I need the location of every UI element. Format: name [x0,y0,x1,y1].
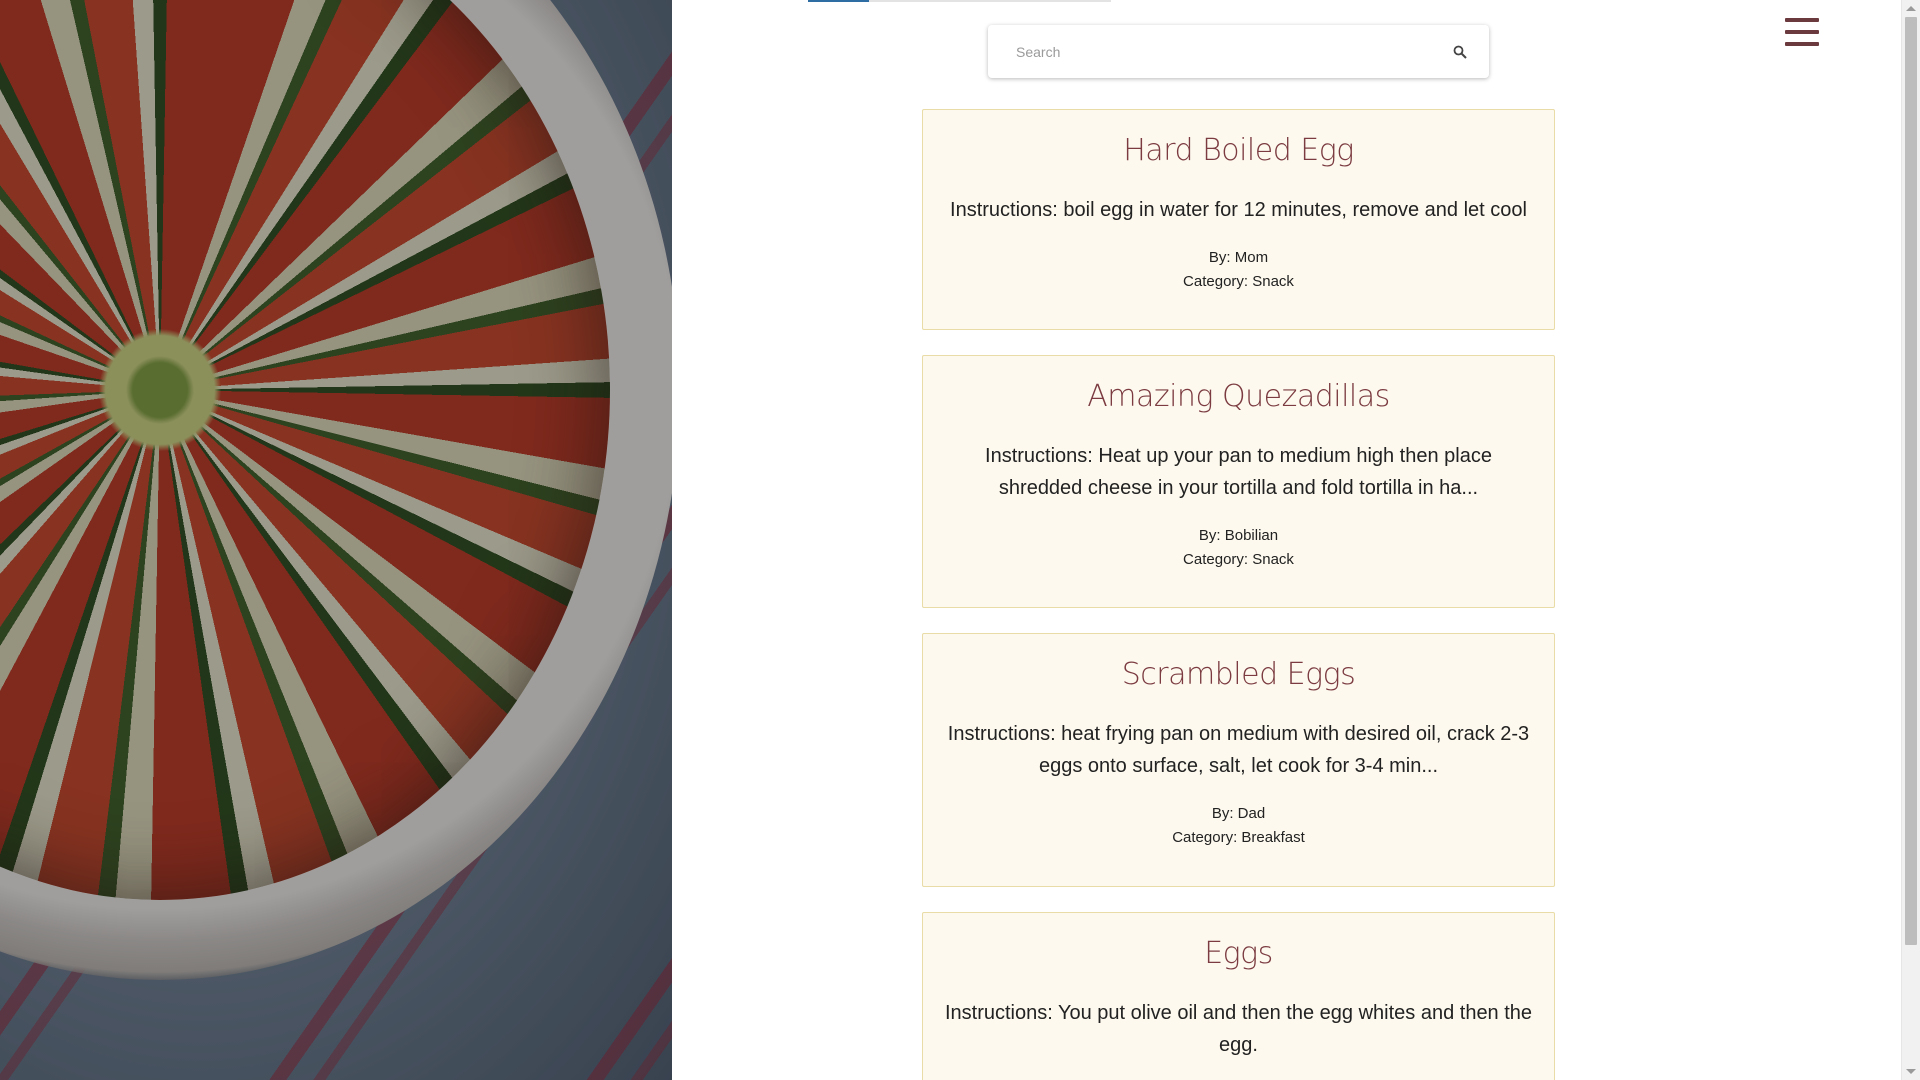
search-input[interactable] [1016,43,1451,60]
recipe-category: Category: Snack [1183,273,1294,290]
recipe-category: Category: Snack [1183,551,1294,568]
recipe-card[interactable]: Hard Boiled Egg Instructions: boil egg i… [922,109,1555,330]
image-overlay [0,0,672,1080]
recipe-instructions: Instructions: You put olive oil and then… [944,1002,1533,1056]
hero-food-image [0,0,672,1080]
hamburger-menu-icon[interactable] [1785,18,1819,46]
search-icon[interactable] [1451,43,1469,61]
loading-progress-bar [808,0,1111,2]
recipe-card[interactable]: Eggs Instructions: You put olive oil and… [922,912,1555,1080]
search-box[interactable] [988,25,1489,78]
menu-bar [1785,18,1819,22]
recipe-author: By: Bobilian [1198,527,1279,544]
scrollbar-thumb[interactable] [1905,17,1917,945]
scroll-up-arrow-icon[interactable] [1906,6,1916,11]
menu-bar [1785,30,1819,34]
recipe-title[interactable]: Hard Boiled Egg [943,132,1534,170]
scroll-down-arrow-icon[interactable] [1906,1069,1916,1074]
recipe-instructions: Instructions: Heat up your pan to medium… [985,445,1492,499]
recipe-author: By: Dad [1211,805,1266,822]
recipe-title[interactable]: Scrambled Eggs [943,656,1534,694]
menu-bar [1785,42,1819,46]
recipe-category: Category: Breakfast [1172,829,1305,846]
recipe-title[interactable]: Amazing Quezadillas [943,378,1534,416]
recipe-instructions: Instructions: boil egg in water for 12 m… [950,199,1527,221]
recipe-title[interactable]: Eggs [943,935,1534,973]
page-scrollbar[interactable] [1901,0,1920,1080]
recipe-card[interactable]: Scrambled Eggs Instructions: heat frying… [922,633,1555,887]
recipe-author: By: Mom [1208,249,1269,266]
recipe-instructions: Instructions: heat frying pan on medium … [947,723,1530,777]
recipe-card[interactable]: Amazing Quezadillas Instructions: Heat u… [922,355,1555,608]
loading-progress-fill [808,0,869,2]
